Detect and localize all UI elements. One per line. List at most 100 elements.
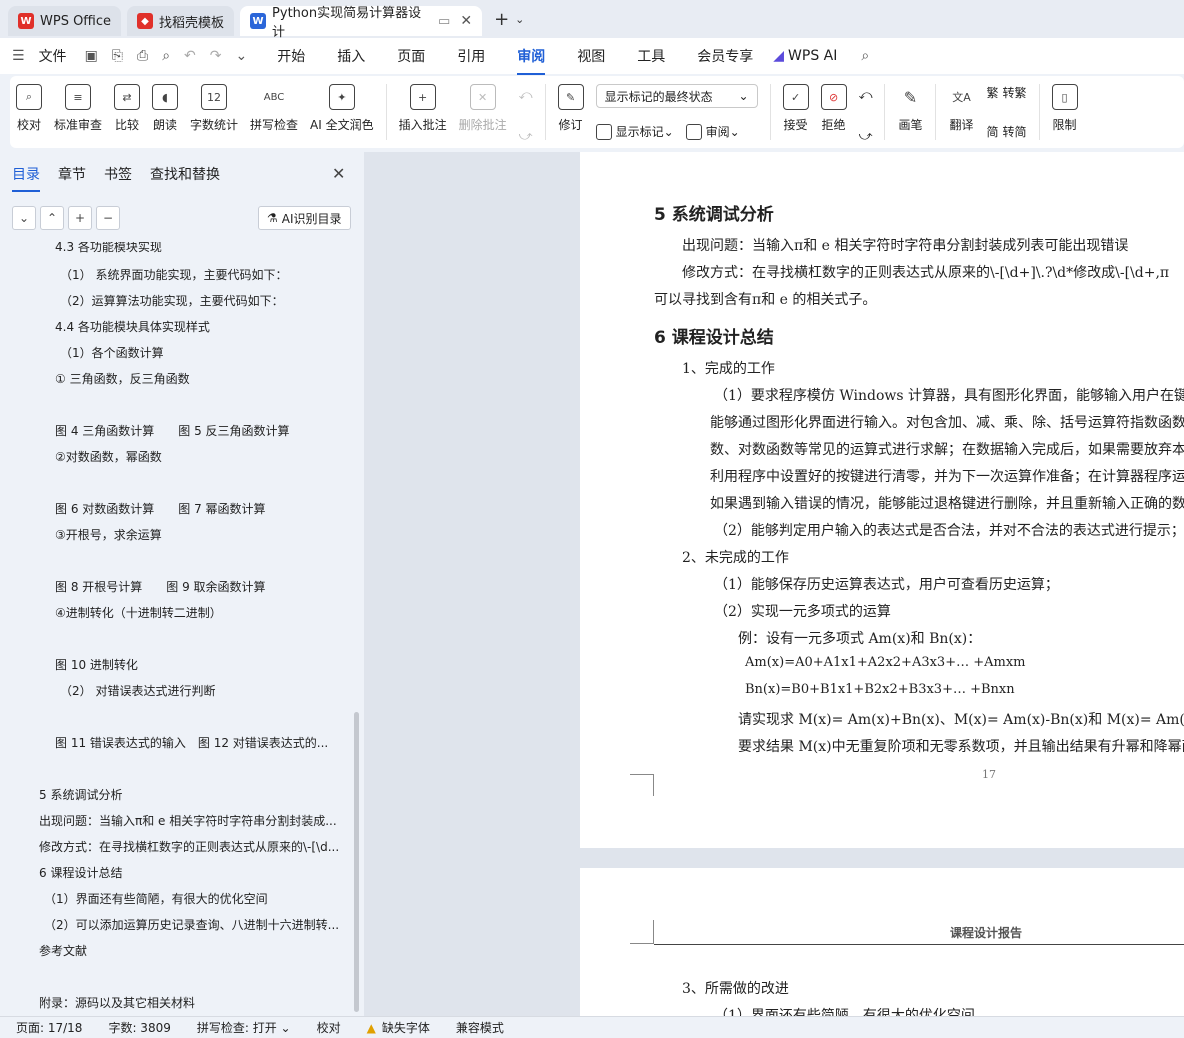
print-preview-icon[interactable]: ⌕ xyxy=(162,48,170,64)
proofread-status[interactable]: 校对 xyxy=(317,1019,341,1036)
toc-item[interactable]: ④进制转化（十进制转二进制） xyxy=(55,604,222,621)
paragraph: （1）界面还有些简陋，有很大的优化空间 xyxy=(714,1008,975,1016)
display-markup-button[interactable]: 显示标记 ⌄ xyxy=(595,123,674,140)
translate-button[interactable]: 文A 翻译 xyxy=(948,84,974,133)
screen-icon[interactable]: ▭ xyxy=(438,14,450,29)
menu-reference[interactable]: 引用 xyxy=(457,46,485,66)
writer-logo-icon: W xyxy=(250,13,267,29)
tab-chapters[interactable]: 章节 xyxy=(58,164,86,184)
abc-check-icon: ABC xyxy=(263,91,285,103)
standard-review-button[interactable]: ≡ 标准审查 xyxy=(54,84,102,133)
chevron-up-icon[interactable]: ⌃ xyxy=(40,206,64,230)
tab-toc[interactable]: 目录 xyxy=(12,164,40,192)
toc-scrollbar[interactable] xyxy=(354,712,359,1012)
toc-item[interactable]: （2） 对错误表达式进行判断 xyxy=(60,682,215,699)
tab-find-replace[interactable]: 查找和替换 xyxy=(150,164,220,184)
simplified-icon: 简 xyxy=(986,125,999,139)
chevron-down-icon[interactable]: ⌄ xyxy=(12,206,36,230)
tab-docer[interactable]: ◆ 找稻壳模板 xyxy=(127,6,235,36)
menu-file[interactable]: 文件 xyxy=(39,46,67,66)
toc-item[interactable]: 附录：源码以及其它相关材料 xyxy=(39,994,195,1011)
search-icon[interactable]: ⌕ xyxy=(861,48,869,64)
next-comment-icon[interactable]: ⤻ xyxy=(519,129,533,144)
menu-view[interactable]: 视图 xyxy=(577,46,605,66)
menu-icon[interactable]: ☰ xyxy=(12,48,25,64)
menu-tools[interactable]: 工具 xyxy=(637,46,665,66)
pen-icon: ✎ xyxy=(903,87,918,107)
reject-button[interactable]: ⊘ 拒绝 xyxy=(820,84,847,133)
toc-item[interactable]: （2）运算算法功能实现，主要代码如下： xyxy=(60,292,284,309)
toc-item[interactable]: 图 10 进制转化 xyxy=(55,656,138,673)
menu-wps-ai[interactable]: WPS AI xyxy=(788,48,837,64)
spell-check-button[interactable]: ABC 拼写检查 xyxy=(250,84,298,133)
plus-icon[interactable]: + xyxy=(68,206,92,230)
save-icon[interactable]: ▣ xyxy=(85,48,98,64)
page-18: 课程设计报告 3、所需做的改进 （1）界面还有些简陋，有很大的优化空间 xyxy=(580,868,1184,1016)
share-icon[interactable]: ⎘ xyxy=(112,48,123,64)
ai-toc-button[interactable]: ⚗ AI识别目录 xyxy=(258,206,351,230)
close-icon[interactable]: ✕ xyxy=(332,164,345,183)
print-icon[interactable]: ⎙ xyxy=(137,48,148,64)
read-aloud-button[interactable]: ◖ 朗读 xyxy=(152,84,179,133)
delete-comment-button[interactable]: ✕ 删除批注 xyxy=(459,84,507,133)
menu-member[interactable]: 会员专享 xyxy=(697,46,753,66)
track-changes-button[interactable]: ✎ 修订 xyxy=(557,84,584,133)
menu-home[interactable]: 开始 xyxy=(277,46,305,66)
document-canvas[interactable]: 5 系统调试分析 出现问题：当输入π和 e 相关字符时字符串分割封装成列表可能出… xyxy=(364,152,1184,1016)
compare-button[interactable]: ⇄ 比较 xyxy=(114,84,141,133)
page-indicator[interactable]: 页面: 17/18 xyxy=(16,1019,82,1036)
toc-item[interactable]: 6 课程设计总结 xyxy=(39,864,122,881)
proofread-button[interactable]: ⌕ 校对 xyxy=(16,84,42,133)
restrict-editing-button[interactable]: ▯ 限制 xyxy=(1051,84,1078,133)
accept-button[interactable]: ✓ 接受 xyxy=(782,84,809,133)
compat-mode-status: 兼容模式 xyxy=(455,1021,504,1035)
close-icon[interactable]: ✕ xyxy=(460,13,472,29)
toc-item[interactable]: 5 系统调试分析 xyxy=(39,786,122,803)
toc-item[interactable]: ②对数函数，幂函数 xyxy=(55,448,162,465)
next-change-icon[interactable]: ⤻ xyxy=(859,129,873,144)
tab-bookmarks[interactable]: 书签 xyxy=(104,164,132,184)
toc-item[interactable]: ① 三角函数，反三角函数 xyxy=(55,370,190,387)
toc-item[interactable]: 图 8 开根号计算 图 9 取余函数计算 xyxy=(55,578,266,595)
review-pane-button[interactable]: 审阅 ⌄ xyxy=(685,123,740,140)
ink-button[interactable]: ✎ 画笔 xyxy=(897,84,923,133)
minus-icon[interactable]: − xyxy=(96,206,120,230)
to-traditional-button[interactable]: 繁转繁 xyxy=(986,84,1026,101)
translate-icon: 文A xyxy=(952,91,971,104)
toc-item[interactable]: 图 11 错误表达式的输入 图 12 对错误表达式的... xyxy=(55,734,328,751)
previous-comment-icon[interactable]: ⤺ xyxy=(519,88,533,103)
to-simplified-button[interactable]: 简转简 xyxy=(986,123,1026,140)
toc-item[interactable]: 出现问题：当输入π和 e 相关字符时字符串分割封装成... xyxy=(39,812,337,829)
word-count-indicator[interactable]: 字数: 3809 xyxy=(108,1019,170,1036)
chevron-down-icon[interactable]: ⌄ xyxy=(236,48,248,64)
toc-item[interactable]: 图 4 三角函数计算 图 5 反三角函数计算 xyxy=(55,422,290,439)
toc-item[interactable]: 4.4 各功能模块具体实现样式 xyxy=(55,318,210,335)
toc-item[interactable]: ③开根号，求余运算 xyxy=(55,526,162,543)
toc-item[interactable]: （2）可以添加运算历史记录查询、八进制十六进制转... xyxy=(44,916,339,933)
insert-comment-button[interactable]: + 插入批注 xyxy=(399,84,447,133)
new-tab-icon[interactable]: + xyxy=(494,9,509,30)
spell-check-toggle[interactable]: 拼写检查: 打开 ⌄ xyxy=(197,1019,291,1036)
menu-review[interactable]: 审阅 xyxy=(517,46,546,75)
ai-polish-button[interactable]: ✦ AI 全文润色 xyxy=(310,84,374,133)
toc-item[interactable]: 参考文献 xyxy=(39,942,87,959)
display-mode-select[interactable]: 显示标记的最终状态 ⌄ xyxy=(595,84,758,108)
menu-page[interactable]: 页面 xyxy=(397,46,425,66)
tab-document[interactable]: W Python实现简易计算器设计 ▭ ✕ xyxy=(240,6,483,40)
word-count-button[interactable]: 12 字数统计 xyxy=(190,84,238,133)
menu-insert[interactable]: 插入 xyxy=(337,46,365,66)
redo-icon[interactable]: ↷ xyxy=(210,48,222,64)
toc-item[interactable]: 图 6 对数函数计算 图 7 幂函数计算 xyxy=(55,500,266,517)
chevron-down-icon[interactable]: ⌄ xyxy=(515,13,524,26)
missing-font-status[interactable]: ▲ 缺失字体 xyxy=(367,1019,430,1036)
toc-item[interactable]: 4.3 各功能模块实现 xyxy=(55,242,162,255)
tab-wps-office[interactable]: W WPS Office xyxy=(8,6,122,36)
toc-item[interactable]: （1）界面还有些简陋，有很大的优化空间 xyxy=(44,890,268,907)
undo-icon[interactable]: ↶ xyxy=(184,48,196,64)
toc-item[interactable]: （1）各个函数计算 xyxy=(60,344,164,361)
track-changes-icon: ✎ xyxy=(557,84,584,110)
toc-item[interactable]: （1） 系统界面功能实现，主要代码如下： xyxy=(60,266,287,283)
toc-item[interactable]: 修改方式：在寻找横杠数字的正则表达式从原来的\-[\d... xyxy=(39,838,339,855)
proofread-icon: ⌕ xyxy=(16,84,42,110)
previous-change-icon[interactable]: ⤺ xyxy=(859,88,873,103)
